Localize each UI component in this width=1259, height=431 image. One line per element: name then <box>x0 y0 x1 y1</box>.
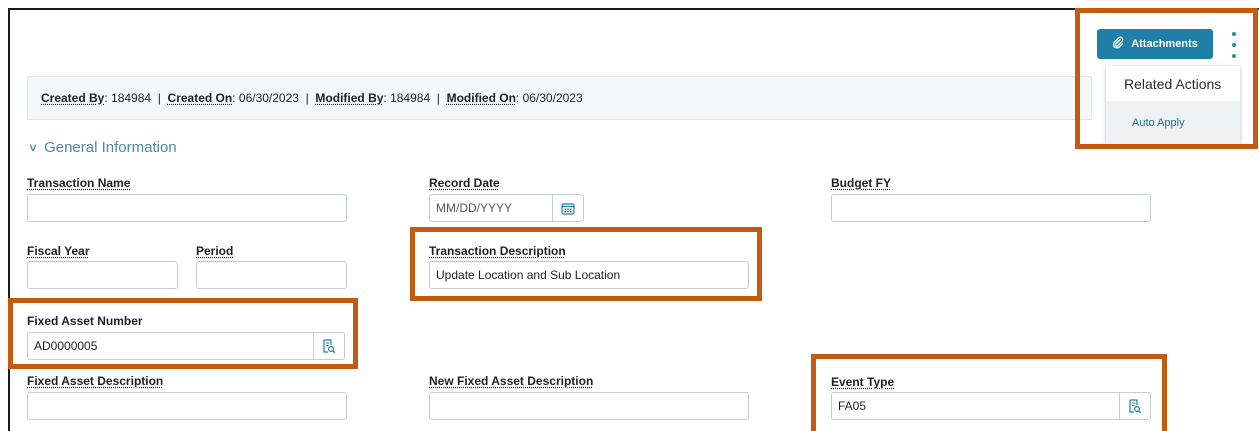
created-by-label: Created By <box>41 91 105 105</box>
section-general-information[interactable]: ∨ General Information <box>27 139 177 156</box>
record-date-input[interactable]: MM/DD/YYYY <box>429 194 584 222</box>
highlight-box <box>410 227 762 301</box>
modified-by-value: 184984 <box>390 91 431 105</box>
record-date-label: Record Date <box>429 176 500 190</box>
highlight-box <box>1075 8 1258 149</box>
new-fixed-asset-description-label: New Fixed Asset Description <box>429 374 594 388</box>
fixed-asset-description-label: Fixed Asset Description <box>27 374 164 388</box>
created-on-value: 06/30/2023 <box>238 91 299 105</box>
fiscal-year-input[interactable] <box>27 261 178 289</box>
modified-by-label: Modified By <box>315 91 384 105</box>
new-fixed-asset-description-input[interactable] <box>429 392 749 420</box>
created-by-value: 184984 <box>111 91 152 105</box>
audit-info-bar: Created By: 184984 | Created On: 06/30/2… <box>27 76 1092 120</box>
created-on-label: Created On <box>167 91 233 105</box>
period-input[interactable] <box>196 261 347 289</box>
modified-on-value: 06/30/2023 <box>522 91 583 105</box>
transaction-name-label: Transaction Name <box>27 176 131 190</box>
budget-fy-input[interactable] <box>831 194 1151 222</box>
section-title: General Information <box>44 139 177 156</box>
record-date-placeholder: MM/DD/YYYY <box>436 201 513 215</box>
highlight-box <box>8 298 358 369</box>
fiscal-year-label: Fiscal Year <box>27 244 90 258</box>
highlight-box <box>811 354 1167 431</box>
calendar-icon[interactable] <box>552 195 583 221</box>
budget-fy-label: Budget FY <box>831 176 891 190</box>
modified-on-label: Modified On <box>446 91 516 105</box>
period-label: Period <box>196 244 234 258</box>
fixed-asset-description-input[interactable] <box>27 392 347 420</box>
transaction-name-input[interactable] <box>27 194 347 222</box>
chevron-down-icon: ∨ <box>27 142 39 154</box>
